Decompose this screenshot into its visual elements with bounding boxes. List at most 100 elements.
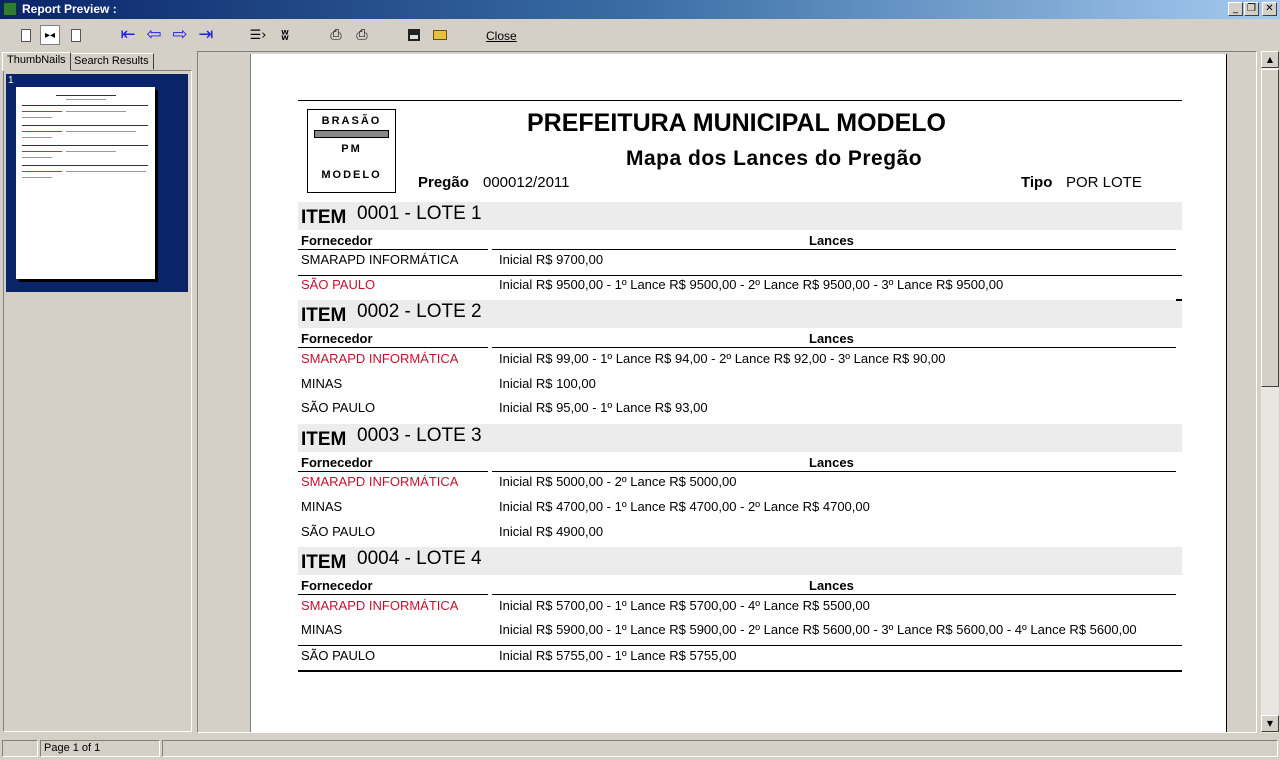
supplier-name: MINAS (301, 622, 343, 637)
goto-page-icon: ☰› (249, 27, 267, 43)
status-bar: Page 1 of 1 (0, 738, 1280, 760)
printer-icon: ⎙ (356, 27, 368, 43)
logo-line-1: BRASÃO (321, 115, 382, 127)
folder-open-icon (433, 30, 447, 40)
minimize-button[interactable]: _ (1228, 2, 1243, 16)
item-title: 0001 - LOTE 1 (357, 203, 482, 224)
tab-search-results[interactable]: Search Results (69, 53, 154, 70)
close-window-button[interactable]: ✕ (1262, 2, 1277, 16)
report-bottom-rule (298, 670, 1182, 672)
app-icon (3, 2, 17, 16)
supplier-bids: Inicial R$ 95,00 - 1º Lance R$ 93,00 (499, 400, 708, 415)
supplier-bids: Inicial R$ 5700,00 - 1º Lance R$ 5700,00… (499, 598, 870, 613)
floppy-disk-icon (408, 29, 420, 41)
column-lances: Lances (809, 331, 854, 346)
find-button[interactable]: ʬ (275, 25, 295, 45)
item-title: 0004 - LOTE 4 (357, 548, 482, 569)
supplier-name: MINAS (301, 499, 343, 514)
item-header: ITEM 0003 - LOTE 3 (298, 424, 1182, 452)
tipo-value: POR LOTE (1066, 174, 1142, 191)
supplier-bids: Inicial R$ 4700,00 - 1º Lance R$ 4700,00… (499, 499, 870, 514)
first-page-button[interactable]: ⇤ (118, 25, 138, 45)
page-width-icon: ▸◂ (44, 29, 56, 41)
printer-setup-icon: ⎙ (330, 27, 342, 43)
supplier-bids: Inicial R$ 100,00 (499, 376, 596, 391)
supplier-bids: Inicial R$ 9700,00 (499, 252, 604, 267)
logo-line-3: MODELO (321, 169, 382, 181)
winning-supplier-name: SMARAPD INFORMÁTICA (301, 474, 459, 489)
binoculars-icon: ʬ (281, 27, 289, 43)
print-button[interactable]: ⎙ (352, 25, 372, 45)
print-setup-button[interactable]: ⎙ (326, 25, 346, 45)
item-title: 0003 - LOTE 3 (357, 425, 482, 446)
report-page: BRASÃO PM MODELO PREFEITURA MUNICIPAL MO… (250, 54, 1227, 732)
arrow-left-icon: ⇦ (146, 24, 162, 45)
open-button[interactable] (430, 25, 450, 45)
window-title: Report Preview : (22, 2, 117, 16)
toolbar: ▸◂ ⇤ ⇦ ⇨ ⇥ ☰› ʬ ⎙ ⎙ Close (0, 19, 1280, 51)
thumbnail-list: 1 (6, 74, 188, 292)
supplier-bids: Inicial R$ 5900,00 - 1º Lance R$ 5900,00… (499, 622, 1137, 637)
item-header: ITEM 0004 - LOTE 4 (298, 547, 1182, 575)
column-fornecedor: Fornecedor (301, 331, 373, 346)
item-label: ITEM (301, 207, 347, 228)
arrow-right-icon: ⇨ (172, 24, 188, 45)
thumbnail-panel: 1 (3, 70, 192, 732)
status-cell-message (162, 740, 1278, 757)
previous-page-button[interactable]: ⇦ (144, 25, 164, 45)
report-subtitle: Mapa dos Lances do Pregão (626, 147, 923, 170)
column-lances: Lances (809, 233, 854, 248)
winning-supplier-name: SÃO PAULO (301, 277, 376, 292)
supplier-name: MINAS (301, 376, 343, 391)
column-fornecedor: Fornecedor (301, 233, 373, 248)
item-label: ITEM (301, 552, 347, 573)
supplier-bids: Inicial R$ 4900,00 (499, 524, 604, 539)
logo-box: BRASÃO PM MODELO (307, 109, 396, 193)
column-lances: Lances (809, 578, 854, 593)
goto-page-button[interactable]: ☰› (248, 25, 268, 45)
header-top-rule (298, 100, 1182, 101)
item-header: ITEM 0002 - LOTE 2 (298, 300, 1182, 328)
single-page-button[interactable] (16, 25, 36, 45)
restore-button[interactable]: ❐ (1244, 2, 1259, 16)
logo-bar (314, 130, 389, 138)
column-lances: Lances (809, 455, 854, 470)
report-title: PREFEITURA MUNICIPAL MODELO (527, 109, 946, 137)
logo-line-2: PM (341, 143, 362, 155)
scroll-up-button[interactable]: ▲ (1261, 51, 1279, 68)
status-cell-empty (2, 740, 38, 757)
full-page-icon (71, 28, 81, 42)
supplier-bids: Inicial R$ 5000,00 - 2º Lance R$ 5000,00 (499, 474, 737, 489)
supplier-bids: Inicial R$ 9500,00 - 1º Lance R$ 9500,00… (499, 277, 1004, 292)
item-label: ITEM (301, 305, 347, 326)
winning-supplier-name: SMARAPD INFORMÁTICA (301, 351, 459, 366)
item-header: ITEM 0001 - LOTE 1 (298, 202, 1182, 230)
supplier-name: SMARAPD INFORMÁTICA (301, 252, 459, 267)
last-page-icon: ⇥ (198, 24, 214, 45)
next-page-button[interactable]: ⇨ (170, 25, 190, 45)
column-fornecedor: Fornecedor (301, 578, 373, 593)
supplier-bids: Inicial R$ 99,00 - 1º Lance R$ 94,00 - 2… (499, 351, 946, 366)
save-button[interactable] (404, 25, 424, 45)
title-bar: Report Preview : _ ❐ ✕ (0, 0, 1280, 19)
full-page-button[interactable] (66, 25, 86, 45)
pregao-value: 000012/2011 (483, 174, 570, 191)
item-label: ITEM (301, 429, 347, 450)
supplier-bids: Inicial R$ 5755,00 - 1º Lance R$ 5755,00 (499, 648, 737, 663)
tab-thumbnails[interactable]: ThumbNails (2, 52, 71, 71)
page-indicator: Page 1 of 1 (40, 740, 160, 757)
vertical-scrollbar[interactable]: ▲ ▼ (1261, 51, 1279, 733)
page-width-button[interactable]: ▸◂ (40, 25, 60, 45)
scroll-down-button[interactable]: ▼ (1261, 715, 1279, 732)
close-button[interactable]: Close (486, 29, 517, 43)
winning-supplier-name: SMARAPD INFORMÁTICA (301, 598, 459, 613)
page-thumbnail[interactable] (16, 87, 155, 279)
first-page-icon: ⇤ (120, 24, 136, 45)
pregao-label: Pregão (418, 174, 469, 191)
last-page-button[interactable]: ⇥ (196, 25, 216, 45)
preview-area: BRASÃO PM MODELO PREFEITURA MUNICIPAL MO… (197, 51, 1257, 733)
single-page-icon (21, 28, 31, 42)
scroll-thumb[interactable] (1261, 69, 1279, 387)
supplier-name: SÃO PAULO (301, 400, 376, 415)
supplier-name: SÃO PAULO (301, 648, 376, 663)
